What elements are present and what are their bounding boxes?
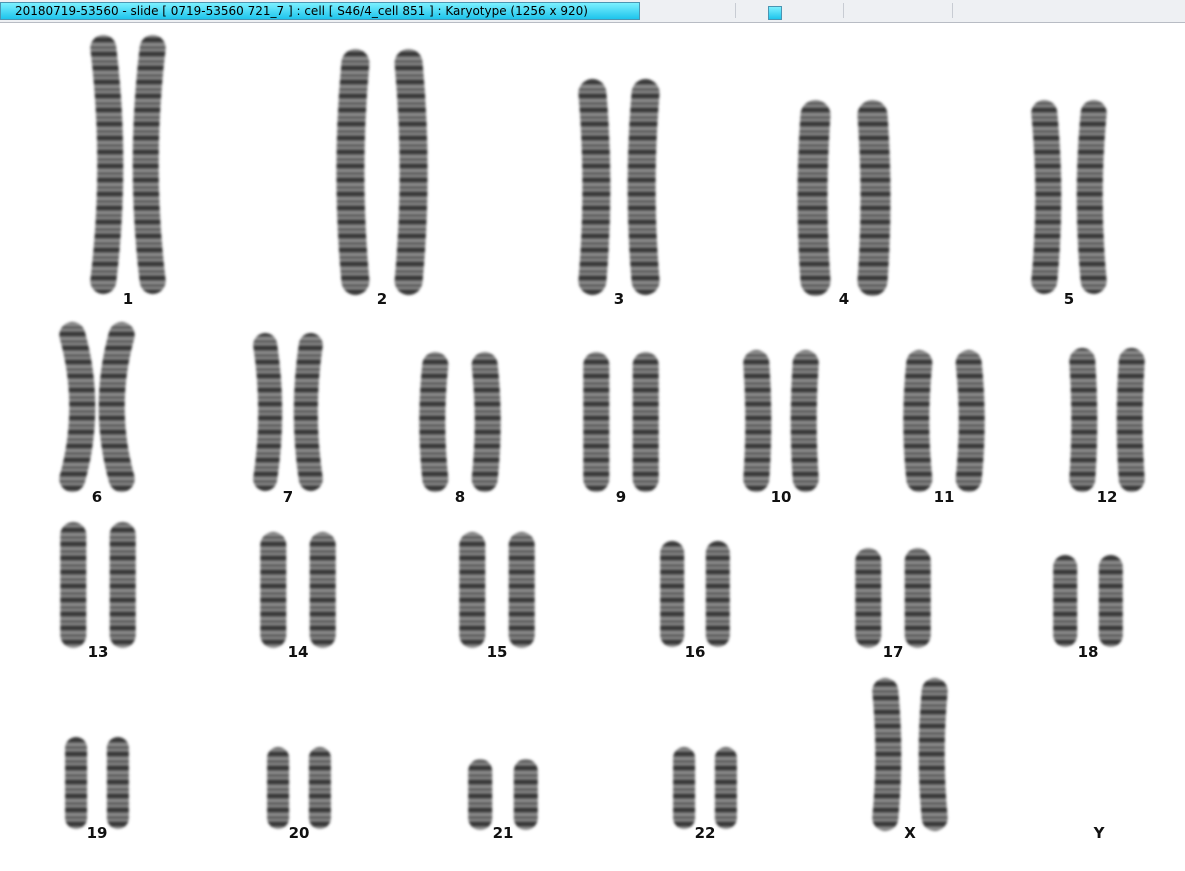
titlebar-separator	[843, 3, 844, 18]
window-title[interactable]: 20180719-53560 - slide [ 0719-53560 721_…	[0, 2, 640, 20]
chromosome-shadow	[59, 322, 96, 492]
chromosome-shadow	[98, 322, 135, 492]
chromosome-shadow	[90, 35, 124, 294]
chromosome-shadow	[471, 352, 501, 492]
chromosome-shadow	[790, 350, 819, 492]
chromosome-label-15: 15	[486, 643, 508, 661]
chromosome-label-20: 20	[288, 824, 310, 842]
chromosome-label-12: 12	[1096, 488, 1118, 506]
chromosome-label-4: 4	[838, 290, 850, 308]
chromosome-shadow	[918, 678, 948, 831]
chromosome-shadow	[857, 100, 891, 296]
chromosome-shadow	[1031, 100, 1062, 294]
chromosome-label-x: X	[904, 824, 916, 842]
chromosome-shadow	[955, 350, 985, 492]
chromosome-shadow	[903, 350, 933, 492]
chromosome-label-16: 16	[684, 643, 706, 661]
chromosome-shadow	[132, 35, 166, 294]
chromosome-shadow	[797, 100, 831, 296]
chromosome-label-9: 9	[615, 488, 627, 506]
karyotype-canvas: 1 2 3 4 5 6 7 8 9 10 11 12 13 14 15 16 1…	[0, 23, 1185, 871]
titlebar-marker[interactable]	[768, 6, 782, 20]
chromosome-label-18: 18	[1077, 643, 1099, 661]
chromosome-label-5: 5	[1063, 290, 1075, 308]
chromosome-shadow	[394, 49, 428, 295]
chromosome-label-22: 22	[694, 824, 716, 842]
chromosome-shadow	[578, 79, 611, 295]
chromosome-shadow	[627, 79, 660, 295]
chromosome-label-2: 2	[376, 290, 388, 308]
chromosome-label-3: 3	[613, 290, 625, 308]
titlebar-separator	[735, 3, 736, 18]
chromosome-shadow	[336, 49, 370, 295]
chromosome-shadow	[293, 333, 323, 491]
titlebar-separator	[952, 3, 953, 18]
chromosome-label-21: 21	[492, 824, 514, 842]
chromosome-label-17: 17	[882, 643, 904, 661]
chromosome-shadow	[1069, 348, 1098, 492]
chromosome-label-y: Y	[1093, 824, 1105, 842]
chromosome-label-13: 13	[87, 643, 109, 661]
chromosome-shadow	[419, 352, 449, 492]
chromosome-shadow	[253, 333, 283, 491]
chromosome-shadow	[743, 350, 772, 492]
chromosome-label-8: 8	[454, 488, 466, 506]
chromosome-shadow	[1076, 100, 1107, 294]
chromosome-label-19: 19	[86, 824, 108, 842]
chromosome-label-11: 11	[933, 488, 955, 506]
chromosome-images	[59, 35, 1145, 831]
chromosome-label-6: 6	[91, 488, 103, 506]
chromosome-label-1: 1	[122, 290, 134, 308]
window-titlebar: 20180719-53560 - slide [ 0719-53560 721_…	[0, 0, 1185, 23]
chromosome-shadow	[1116, 348, 1145, 492]
chromosome-label-7: 7	[282, 488, 294, 506]
chromosome-shadow	[872, 678, 902, 831]
chromosome-label-10: 10	[770, 488, 792, 506]
chromosome-label-14: 14	[287, 643, 309, 661]
